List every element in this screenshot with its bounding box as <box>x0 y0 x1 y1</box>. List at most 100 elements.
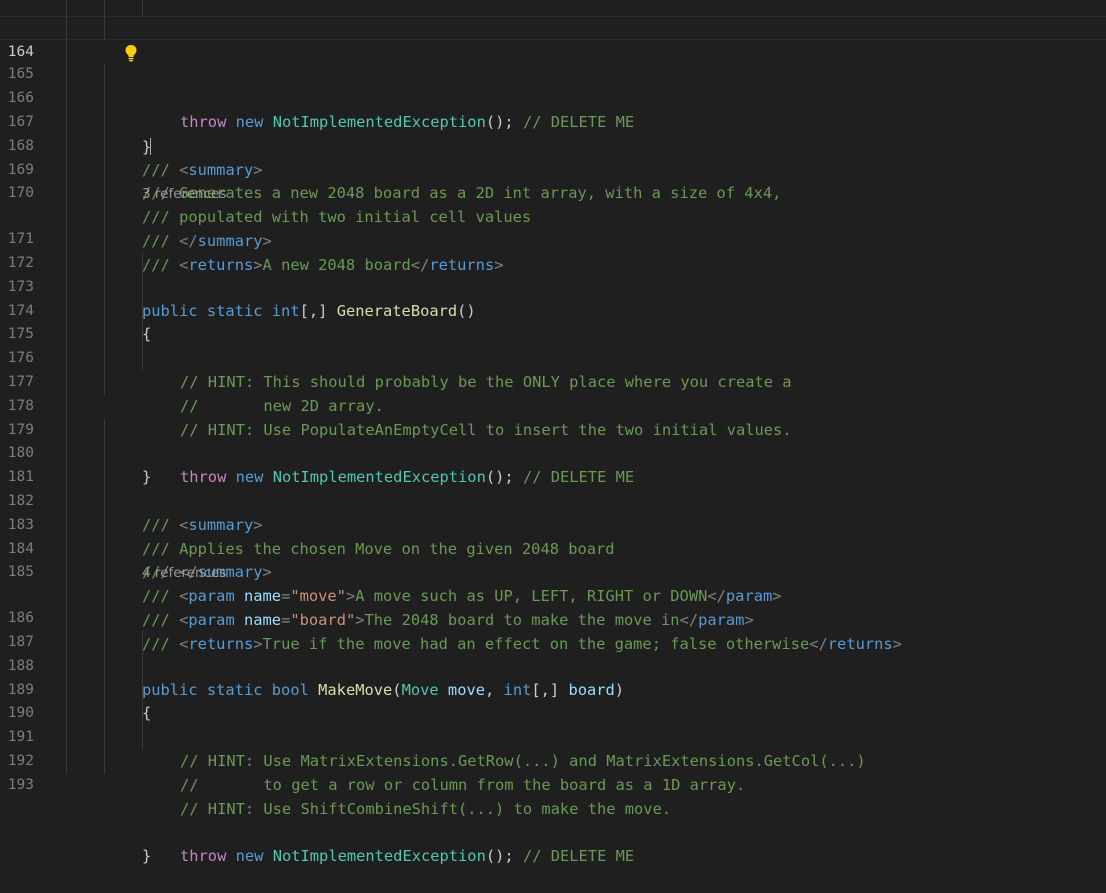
code-line[interactable]: 186 public static bool MakeMove(Move mov… <box>0 583 1106 699</box>
code-line[interactable]: 168 /// populated with two initial cell … <box>0 110 1106 226</box>
code-line[interactable]: 184 /// <param name="board">The 2048 boa… <box>0 513 1106 629</box>
indent-guide <box>66 607 67 631</box>
code-line[interactable]: 174 // new 2D array. <box>0 275 1106 415</box>
code-line[interactable]: 171 public static int[,] GenerateBoard() <box>0 204 1106 320</box>
indent-guide <box>142 251 143 276</box>
indent-guide <box>66 537 67 562</box>
indent-guide <box>104 537 105 562</box>
keyword-throw: throw <box>180 847 227 866</box>
indent-guide <box>66 418 67 443</box>
indent-guide <box>104 749 105 774</box>
indent-guide <box>66 182 67 205</box>
indent-guide <box>104 63 105 88</box>
comment: // to get a row or column from the board… <box>180 775 746 794</box>
indent-guide <box>66 63 67 88</box>
indent-guide <box>142 299 143 324</box>
codelens-references-link[interactable]: 4 references <box>142 562 226 584</box>
code-editor[interactable]: 163 throw new NotImplementedException();… <box>0 0 1106 865</box>
code-line[interactable]: 170 /// <returns>A new 2048 board</retur… <box>0 158 1106 274</box>
code-line[interactable]: 166 /// <summary> <box>0 63 1106 179</box>
indent-guide <box>104 561 105 584</box>
indent-guide <box>66 110 67 135</box>
code-text[interactable]: // to get a row or column from the board… <box>180 774 745 798</box>
indent-guide <box>142 0 143 16</box>
codelens-references-link[interactable]: 3 references <box>142 183 226 205</box>
code-line[interactable]: 181 /// Applies the chosen Move on the g… <box>0 442 1106 558</box>
indent-guide <box>104 370 105 395</box>
indent-guide <box>104 442 105 467</box>
indent-guide <box>66 299 67 324</box>
comment: // DELETE ME <box>522 847 635 866</box>
code-line[interactable]: 167 /// Generates a new 2048 board as a … <box>0 87 1106 202</box>
indent-guide <box>66 678 67 703</box>
code-line[interactable]: 182 /// </summary> <box>0 466 1106 581</box>
indent-guide <box>142 323 143 348</box>
indent-guide <box>66 561 67 584</box>
code-line[interactable]: 185 /// <returns>True if the move had an… <box>0 537 1106 653</box>
current-code-line[interactable]: 164 } <box>0 15 1106 156</box>
indent-guide <box>66 323 67 348</box>
code-line[interactable]: 173 // HINT: This should probably be the… <box>0 251 1106 391</box>
indent-guide <box>104 583 105 608</box>
lightbulb-icon[interactable] <box>68 20 137 61</box>
code-text[interactable]: // HINT: Use ShiftCombineShift(...) to m… <box>180 798 671 822</box>
code-line[interactable]: 188 // HINT: Use MatrixExtensions.GetRow… <box>0 630 1106 770</box>
indent-guide <box>104 134 105 159</box>
indent-guide <box>142 654 143 679</box>
indent-guide <box>66 583 67 608</box>
code-text[interactable]: throw new NotImplementedException(); // … <box>180 845 634 869</box>
indent-guide <box>66 726 67 750</box>
code-line[interactable]: 190 // HINT: Use ShiftCombineShift(...) … <box>0 678 1106 818</box>
code-line[interactable]: 175 // HINT: Use PopulateAnEmptyCell to … <box>0 299 1106 439</box>
code-line[interactable]: 183 /// <param name="move">A move such a… <box>0 489 1106 605</box>
indent-guide <box>104 251 105 276</box>
indent-guide <box>66 16 67 39</box>
indent-guide <box>104 299 105 324</box>
code-line[interactable]: 193 } <box>0 749 1106 865</box>
indent-guide <box>66 134 67 159</box>
punctuation: (); <box>485 847 514 866</box>
indent-guide <box>142 275 143 300</box>
code-line[interactable]: 191 <box>0 702 1106 745</box>
indent-guide <box>104 275 105 300</box>
code-line[interactable]: 179 <box>0 394 1106 438</box>
indent-guide <box>104 16 105 39</box>
indent-guide <box>66 347 67 371</box>
code-text[interactable]: } <box>142 845 151 869</box>
code-line[interactable]: 165 <box>0 39 1106 82</box>
code-line[interactable]: 176 <box>0 323 1106 366</box>
code-line[interactable]: 192 throw new NotImplementedException();… <box>0 726 1106 865</box>
indent-guide <box>66 442 67 467</box>
code-line[interactable]: 172 { <box>0 228 1106 343</box>
indent-guide <box>104 607 105 631</box>
code-line[interactable]: 169 /// </summary> <box>0 134 1106 250</box>
indent-guide <box>104 466 105 490</box>
indent-guide <box>66 158 67 183</box>
indent-guide <box>66 228 67 252</box>
indent-guide <box>66 749 67 774</box>
indent-guide <box>66 702 67 727</box>
indent-guide <box>104 204 105 229</box>
indent-guide <box>104 323 105 348</box>
indent-guide <box>104 87 105 111</box>
keyword-new: new <box>235 847 264 866</box>
indent-guide <box>66 394 67 419</box>
code-line[interactable]: 180 /// <summary> <box>0 418 1106 534</box>
indent-guide <box>104 228 105 252</box>
code-line[interactable]: 187 { <box>0 607 1106 722</box>
code-line[interactable]: 178 } <box>0 370 1106 486</box>
indent-guide <box>104 702 105 727</box>
type-name: NotImplementedException <box>272 847 486 866</box>
indent-guide <box>104 726 105 750</box>
indent-guide <box>66 654 67 679</box>
indent-guide <box>66 0 67 16</box>
code-line[interactable]: 177 throw new NotImplementedException();… <box>0 347 1106 486</box>
codelens-row: 4 references <box>0 561 1106 584</box>
indent-guide <box>142 347 143 371</box>
code-line[interactable]: 189 // to get a row or column from the b… <box>0 654 1106 794</box>
indent-guide <box>104 110 105 135</box>
indent-guide <box>104 182 105 205</box>
code-line[interactable]: 163 throw new NotImplementedException();… <box>0 0 1106 131</box>
codelens-row: 3 references <box>0 182 1106 205</box>
indent-guide <box>66 370 67 395</box>
